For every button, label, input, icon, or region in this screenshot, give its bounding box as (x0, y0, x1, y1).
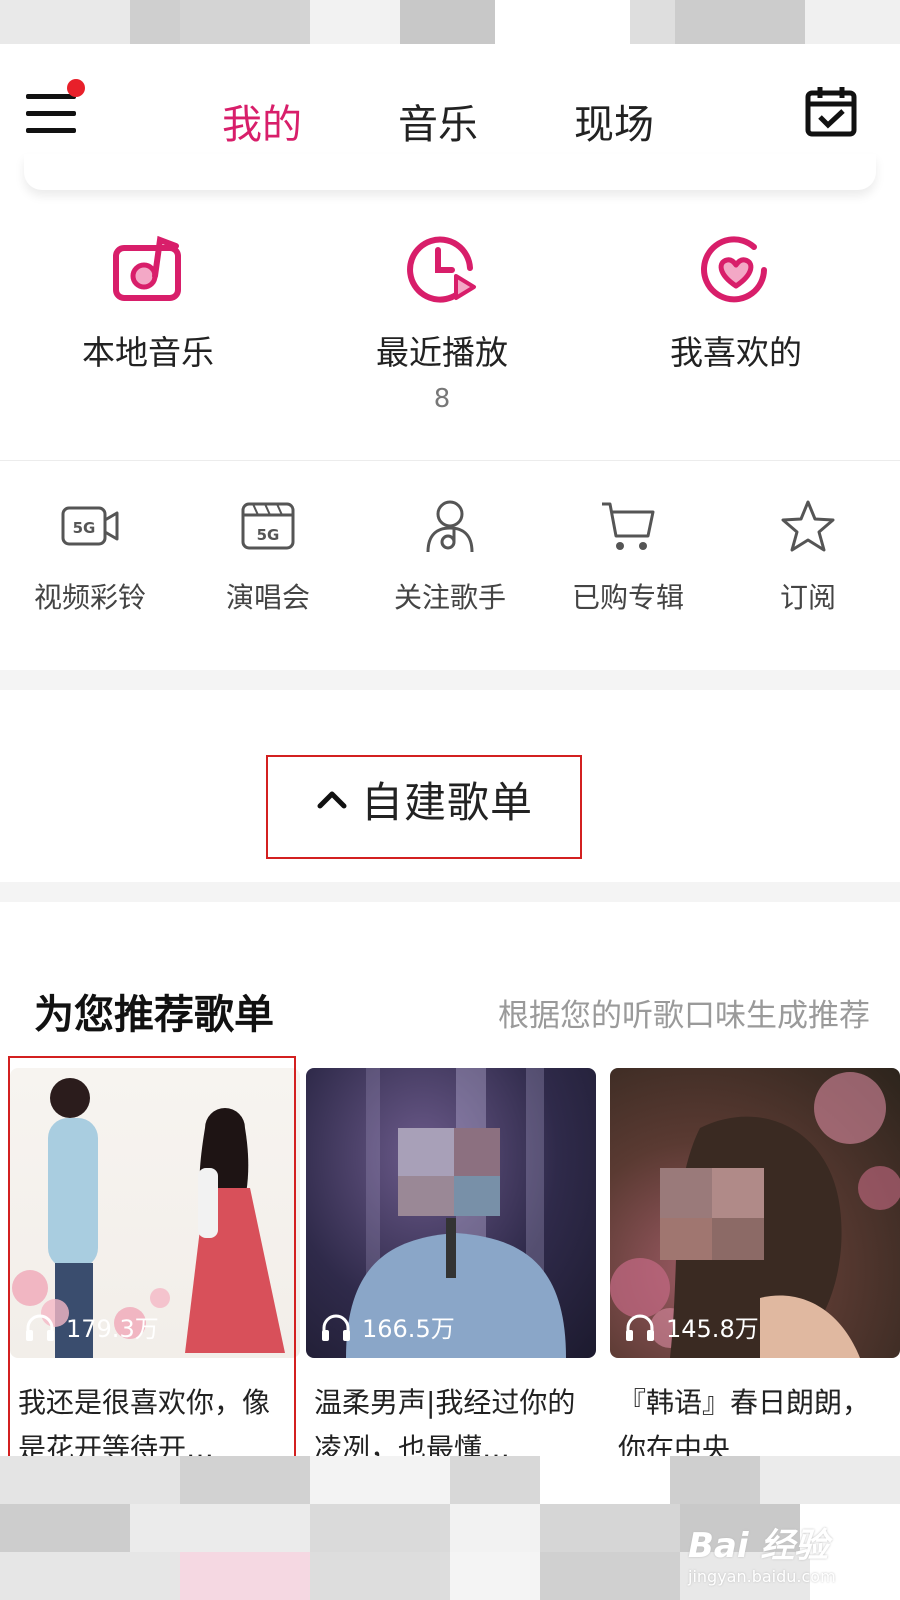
playlist-card[interactable]: 145.8万 『韩语』春日朗朗，你在中央 (610, 1068, 900, 1472)
notification-dot (67, 79, 85, 97)
playlist-card[interactable]: 166.5万 温柔男声|我经过你的凌冽，也最懂… (306, 1068, 596, 1472)
watermark-url: jingyan.baidu.com (688, 1567, 836, 1586)
highlight-frame (8, 1056, 296, 1486)
5g-concert-icon: 5G (241, 502, 295, 550)
self-built-playlist-toggle[interactable]: 自建歌单 (266, 755, 582, 859)
calendar-check-icon (805, 87, 857, 137)
headphones-icon (626, 1314, 654, 1341)
play-count-value: 145.8万 (666, 1315, 759, 1343)
chevron-up-icon (317, 791, 347, 809)
tab-music[interactable]: 音乐 (398, 92, 478, 150)
feature-label: 本地音乐 (82, 333, 214, 372)
cart-icon (602, 502, 655, 550)
play-count: 145.8万 (624, 1309, 759, 1344)
recent-play-count: 8 (433, 384, 451, 414)
subscribe-button[interactable]: 订阅 (728, 498, 888, 616)
svg-text:5G: 5G (73, 519, 96, 537)
section-divider (0, 670, 900, 690)
playlist-cover: 166.5万 (306, 1068, 596, 1358)
play-count: 166.5万 (320, 1309, 455, 1344)
feature-label: 关注歌手 (393, 581, 506, 614)
header-card (24, 154, 876, 190)
menu-button[interactable] (26, 90, 80, 136)
divider (0, 460, 900, 461)
feature-label: 演唱会 (225, 581, 310, 614)
5g-video-icon: 5G (61, 506, 119, 546)
recommend-subtitle: 根据您的听歌口味生成推荐 (498, 998, 870, 1034)
status-bar-mosaic (0, 0, 900, 44)
heart-icon (701, 236, 767, 303)
concert-button[interactable]: 5G 演唱会 (188, 498, 348, 616)
play-count-value: 166.5万 (362, 1315, 455, 1343)
followed-singers-button[interactable]: 关注歌手 (370, 498, 530, 616)
favorites-button[interactable]: 我喜欢的 (636, 232, 836, 374)
feature-label: 已购专辑 (571, 581, 684, 614)
playlist-cover: 145.8万 (610, 1068, 900, 1358)
followed-singer-icon (426, 500, 474, 553)
local-music-button[interactable]: 本地音乐 (48, 232, 248, 374)
watermark-logo: Bai 经验 (688, 1526, 829, 1566)
video-ringtone-button[interactable]: 5G 视频彩铃 (10, 498, 170, 616)
svg-text:5G: 5G (257, 526, 280, 544)
calendar-button[interactable] (804, 84, 860, 140)
headphones-icon (322, 1314, 350, 1341)
local-music-icon (113, 235, 181, 301)
self-built-playlist-label: 自建歌单 (360, 777, 533, 827)
watermark: Bai 经验 jingyan.baidu.com (688, 1518, 868, 1588)
purchased-albums-button[interactable]: 已购专辑 (548, 498, 708, 616)
hamburger-line (26, 128, 76, 133)
recommend-title: 为您推荐歌单 (34, 992, 274, 1038)
tab-live[interactable]: 现场 (574, 92, 654, 150)
feature-label: 订阅 (779, 581, 836, 614)
star-icon (781, 500, 835, 552)
feature-label: 最近播放 (376, 333, 508, 372)
hamburger-line (26, 111, 76, 116)
recent-play-button[interactable]: 最近播放 8 (342, 232, 542, 414)
feature-label: 我喜欢的 (670, 333, 802, 372)
top-navigation: 我的 音乐 现场 (0, 44, 900, 190)
feature-label: 视频彩铃 (33, 581, 146, 614)
recent-play-icon (407, 236, 476, 303)
hamburger-menu-icon (26, 94, 76, 99)
tab-mine[interactable]: 我的 (222, 92, 302, 150)
section-divider (0, 882, 900, 902)
